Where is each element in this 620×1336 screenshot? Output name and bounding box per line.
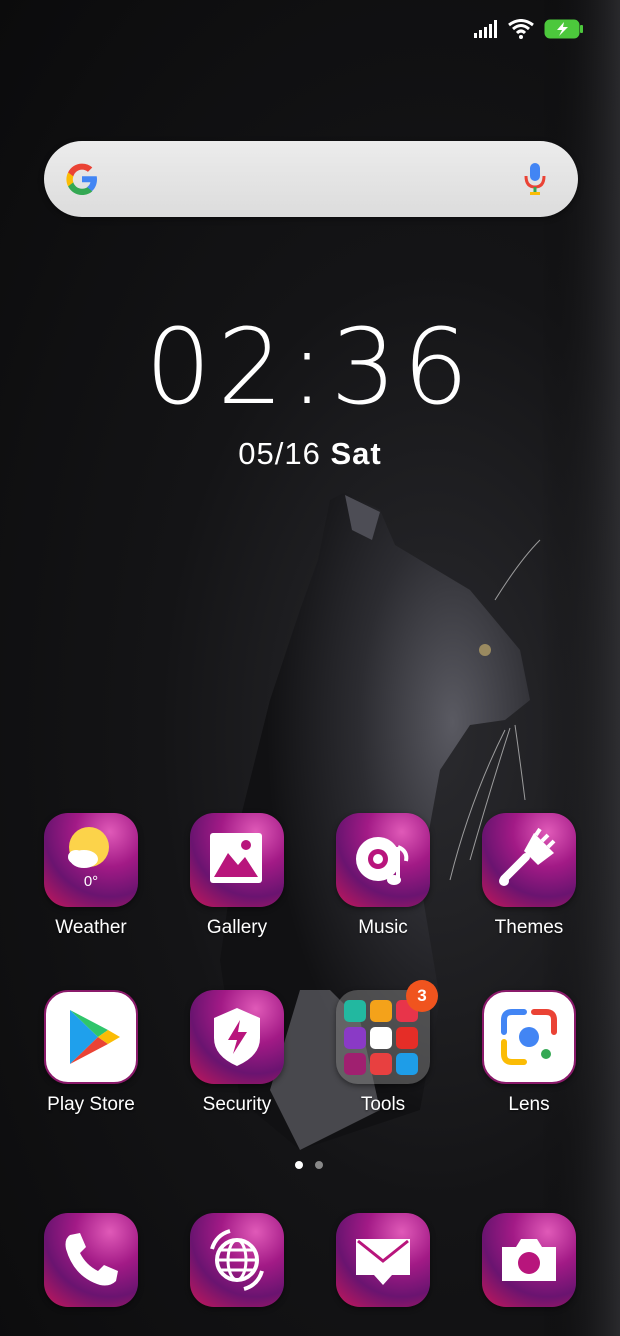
folder-label: Tools: [360, 1094, 406, 1115]
clock-date[interactable]: 05/16 Sat: [0, 436, 620, 472]
battery-charging-icon: [544, 19, 583, 39]
app-label: Lens: [508, 1094, 550, 1115]
app-label: Music: [358, 917, 408, 938]
date-text: 05/16: [238, 436, 321, 471]
phone-icon: [44, 1213, 138, 1307]
scanner-icon: [344, 1000, 366, 1022]
status-bar: [474, 14, 584, 44]
page-dot-active: [295, 1161, 303, 1169]
lens-app-icon: [482, 990, 576, 1084]
folder-preview: [344, 1000, 422, 1076]
play-store-app-icon: [44, 990, 138, 1084]
app-label: Gallery: [206, 917, 268, 938]
browser-icon: [190, 1213, 284, 1307]
contacts-icon: [344, 1026, 366, 1049]
google-search-bar[interactable]: [44, 141, 578, 217]
app-play-store[interactable]: Play Store: [18, 990, 164, 1116]
gmail-icon: [370, 1026, 392, 1049]
picture-icon: [210, 833, 262, 883]
app-security[interactable]: Security: [164, 990, 310, 1116]
play-games-icon: [370, 1000, 392, 1022]
weather-app-icon: 0°: [44, 813, 138, 907]
dock-phone[interactable]: [18, 1213, 164, 1307]
app-music[interactable]: Music: [310, 813, 456, 939]
app-weather[interactable]: 0° Weather: [18, 813, 164, 939]
mi-remote-icon: [396, 1053, 418, 1076]
app-themes[interactable]: Themes: [456, 813, 602, 939]
themes-app-icon: [482, 813, 576, 907]
camera-icon: [482, 1213, 576, 1307]
weather-temperature: 0°: [83, 873, 99, 890]
security-app-icon: [190, 990, 284, 1084]
clock-time[interactable]: 02:36: [0, 312, 620, 422]
mi-store-icon: [370, 1053, 392, 1076]
play-triangle-icon: [70, 1010, 120, 1064]
page-indicator[interactable]: [295, 1161, 323, 1169]
lens-camera-icon: [501, 1009, 557, 1065]
folder-tools[interactable]: 3 Tools: [310, 980, 456, 1116]
app-gallery[interactable]: Gallery: [164, 813, 310, 939]
screen-recorder-icon: [344, 1053, 366, 1076]
dock-camera[interactable]: [456, 1213, 602, 1307]
app-lens[interactable]: Lens: [456, 990, 602, 1116]
messages-icon: [336, 1213, 430, 1307]
app-label: Themes: [494, 917, 564, 938]
gallery-app-icon: [190, 813, 284, 907]
weekday-text: Sat: [330, 436, 382, 471]
app-label: Weather: [55, 917, 127, 938]
app-label: Security: [202, 1094, 272, 1115]
dock-browser[interactable]: [164, 1213, 310, 1307]
wifi-icon: [508, 19, 534, 39]
dock-messages[interactable]: [310, 1213, 456, 1307]
music-disc-icon: [356, 837, 409, 885]
page-dot: [315, 1161, 323, 1169]
music-app-icon: [336, 813, 430, 907]
sun-cloud-icon: [68, 827, 109, 868]
app-label: Play Store: [47, 1094, 135, 1115]
paintbrush-icon: [499, 827, 556, 886]
notification-badge: 3: [406, 980, 438, 1012]
youtube-icon: [396, 1026, 418, 1049]
signal-icon: [474, 20, 497, 38]
shield-bolt-icon: [214, 1008, 260, 1066]
mic-icon[interactable]: [524, 162, 546, 196]
google-g-icon: [66, 163, 97, 195]
